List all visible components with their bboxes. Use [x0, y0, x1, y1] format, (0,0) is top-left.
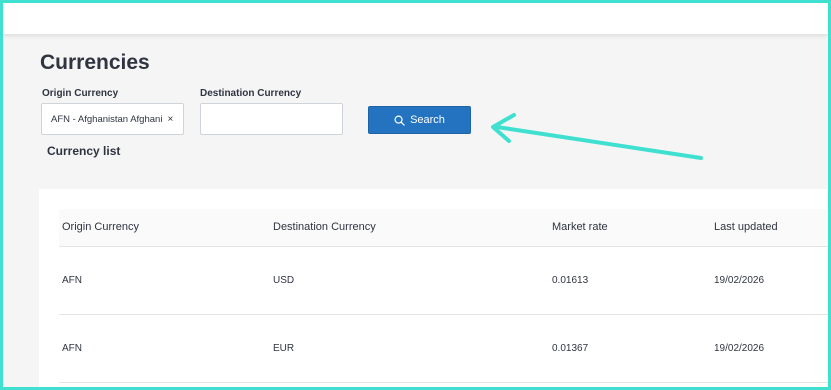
origin-currency-select[interactable]: AFN - Afghanistan Afghani × [41, 103, 184, 135]
cell-destination: EUR [270, 314, 549, 383]
clear-selection-icon[interactable]: × [167, 114, 173, 125]
page-title: Currencies [40, 51, 150, 74]
search-button-label: Search [410, 114, 445, 126]
column-header-last-updated[interactable]: Last updated [711, 209, 828, 247]
table-row[interactable]: AFN USD 0.01613 19/02/2026 [59, 246, 828, 315]
destination-currency-input[interactable] [200, 103, 343, 135]
cell-origin: AFN [59, 246, 270, 315]
cell-market-rate: 0.01613 [549, 246, 711, 315]
app-window: Currencies Origin Currency AFN - Afghani… [0, 0, 831, 390]
table-header-row: Origin Currency Destination Currency Mar… [59, 209, 828, 247]
column-header-origin[interactable]: Origin Currency [59, 209, 270, 247]
currency-table: Origin Currency Destination Currency Mar… [59, 209, 828, 383]
destination-currency-label: Destination Currency [200, 88, 302, 99]
origin-currency-label: Origin Currency [42, 88, 119, 99]
cell-origin: AFN [59, 314, 270, 383]
cell-destination: USD [270, 246, 549, 315]
top-bar [3, 3, 828, 34]
table-row[interactable]: AFN EUR 0.01367 19/02/2026 [59, 314, 828, 383]
currency-list-card: Origin Currency Destination Currency Mar… [39, 189, 828, 387]
search-icon [394, 115, 405, 126]
origin-currency-value: AFN - Afghanistan Afghani [51, 113, 163, 125]
search-button[interactable]: Search [368, 106, 471, 134]
cell-last-updated: 19/02/2026 [711, 314, 828, 383]
column-header-destination[interactable]: Destination Currency [270, 209, 549, 247]
cell-market-rate: 0.01367 [549, 314, 711, 383]
currency-list-title: Currency list [47, 144, 121, 158]
cell-last-updated: 19/02/2026 [711, 246, 828, 315]
column-header-market-rate[interactable]: Market rate [549, 209, 711, 247]
